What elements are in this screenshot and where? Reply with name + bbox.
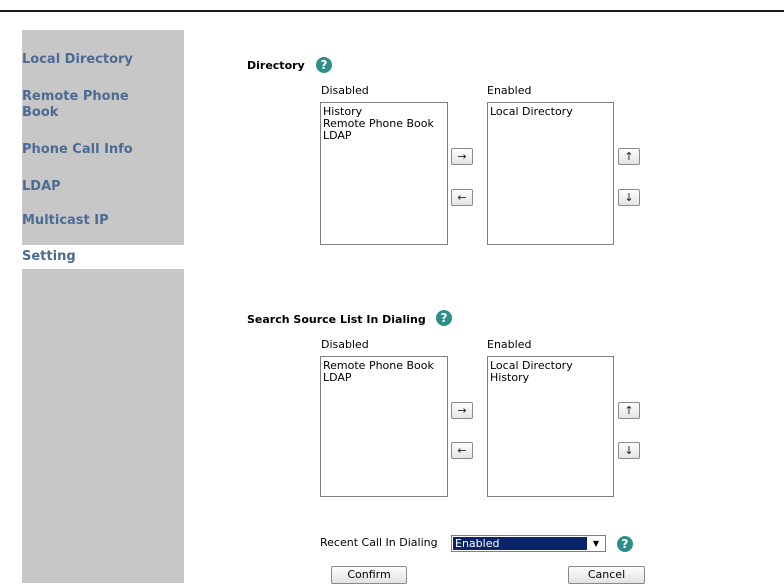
sidebar-item-multicast-ip[interactable]: Multicast IP [22, 213, 109, 229]
directory-enabled-list[interactable]: Local Directory [487, 102, 614, 245]
search-source-move-up-button[interactable]: ↑ [618, 402, 640, 419]
chevron-down-icon[interactable]: ▼ [589, 537, 603, 550]
directory-disabled-label: Disabled [321, 84, 369, 97]
sidebar-item-setting[interactable]: Setting [12, 245, 184, 269]
search-source-enabled-list[interactable]: Local Directory History [487, 356, 614, 497]
sidebar-item-phone-call-info[interactable]: Phone Call Info [22, 142, 133, 158]
recent-call-help-icon[interactable]: ? [617, 536, 633, 552]
search-source-disabled-list[interactable]: Remote Phone Book LDAP [320, 356, 448, 497]
directory-help-icon[interactable]: ? [316, 57, 332, 73]
directory-move-down-button[interactable]: ↓ [618, 189, 640, 206]
search-source-title: Search Source List In Dialing [247, 313, 426, 326]
search-source-move-down-button[interactable]: ↓ [618, 442, 640, 459]
list-item[interactable]: LDAP [323, 372, 445, 384]
confirm-button[interactable]: Confirm [331, 566, 407, 584]
left-margin [0, 12, 22, 583]
directory-move-right-button[interactable]: → [451, 148, 473, 165]
search-source-move-left-button[interactable]: ← [451, 442, 473, 459]
directory-title: Directory [247, 59, 305, 72]
list-item[interactable]: LDAP [323, 130, 445, 142]
sidebar-item-remote-phone-book[interactable]: Remote Phone Book [22, 89, 152, 121]
directory-move-left-button[interactable]: ← [451, 189, 473, 206]
list-item[interactable]: History [490, 372, 611, 384]
cancel-button[interactable]: Cancel [568, 566, 645, 584]
search-source-help-icon[interactable]: ? [436, 310, 452, 326]
directory-disabled-list[interactable]: History Remote Phone Book LDAP [320, 102, 448, 245]
search-source-move-right-button[interactable]: → [451, 402, 473, 419]
recent-call-selected-value: Enabled [453, 537, 587, 550]
directory-enabled-label: Enabled [487, 84, 532, 97]
search-source-enabled-label: Enabled [487, 338, 532, 351]
sidebar-item-ldap[interactable]: LDAP [22, 179, 61, 195]
search-source-disabled-label: Disabled [321, 338, 369, 351]
list-item[interactable]: Local Directory [490, 106, 611, 118]
directory-move-up-button[interactable]: ↑ [618, 148, 640, 165]
recent-call-select[interactable]: Enabled ▼ [451, 535, 606, 552]
window-top-border [0, 0, 784, 12]
recent-call-label: Recent Call In Dialing [320, 536, 438, 549]
sidebar-item-local-directory[interactable]: Local Directory [22, 52, 133, 68]
